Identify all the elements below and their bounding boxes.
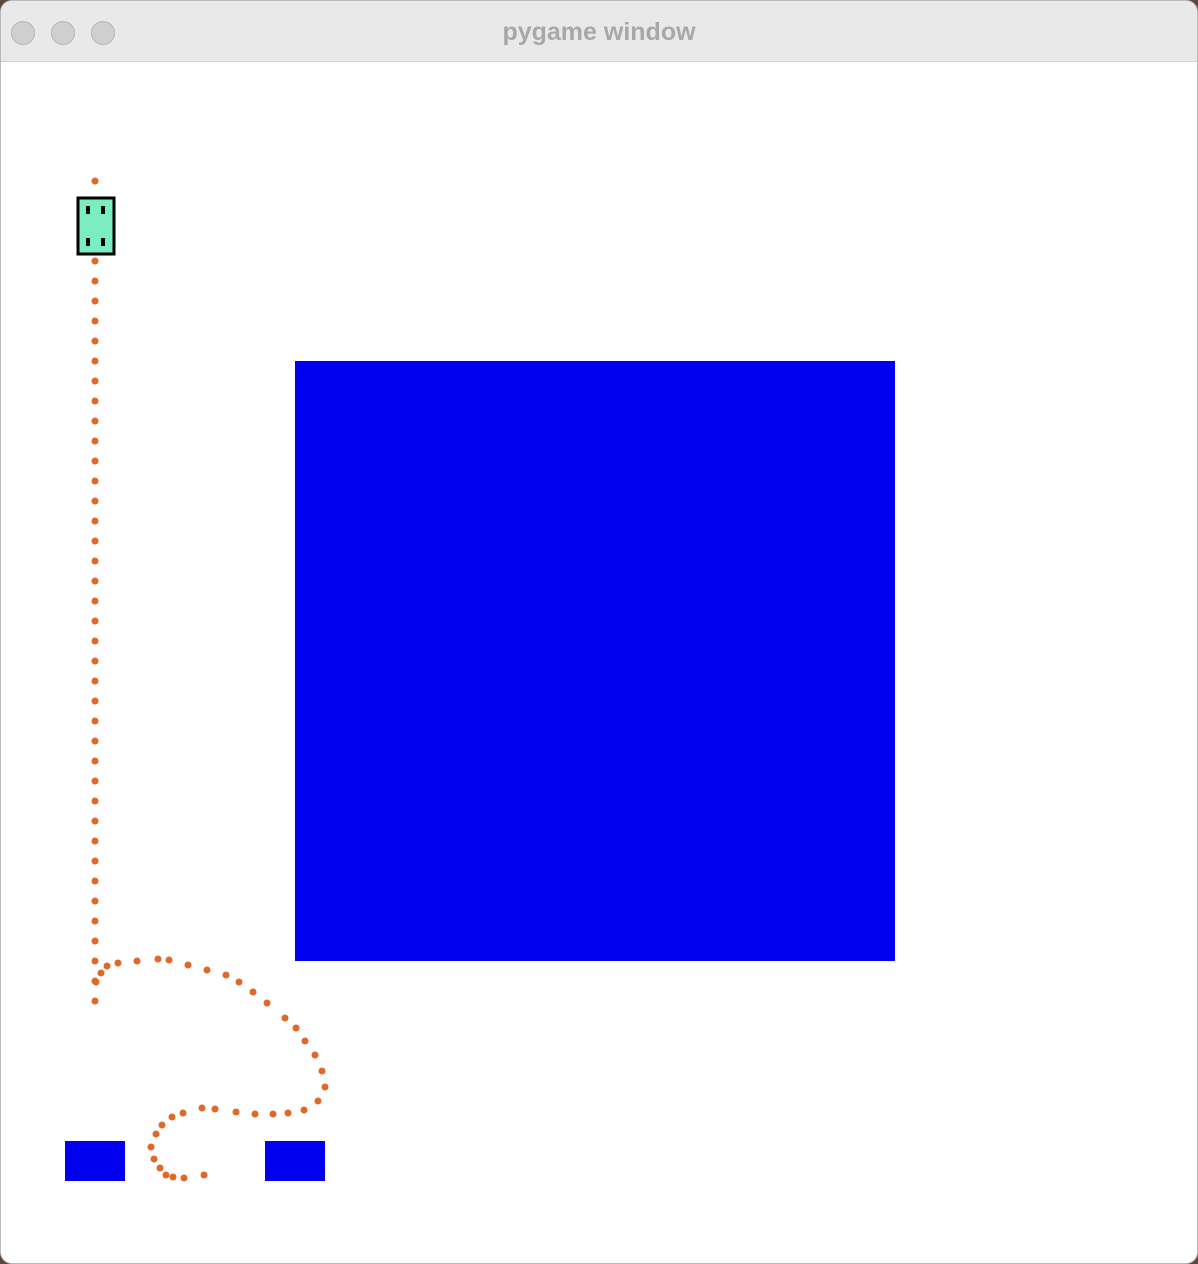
trail-dot (91, 957, 99, 965)
trail-dot (91, 317, 99, 325)
trail-dot (300, 1106, 308, 1114)
trail-dot (91, 697, 99, 705)
trail-dot (251, 1110, 259, 1118)
robot (76, 196, 116, 256)
trail-dot (91, 437, 99, 445)
trail-dot (91, 257, 99, 265)
robot-wheel (101, 238, 105, 246)
large-obstacle (295, 361, 895, 961)
trail-dot (91, 897, 99, 905)
trail-dot (91, 277, 99, 285)
trail-dot (97, 969, 105, 977)
trail-dot (91, 797, 99, 805)
trail-dot (198, 1104, 206, 1112)
trail-dot (91, 537, 99, 545)
trail-dot (156, 1164, 164, 1172)
path-trail (91, 177, 329, 1182)
trail-dot (91, 677, 99, 685)
trail-dot (91, 637, 99, 645)
trail-dot (91, 377, 99, 385)
trail-dot (232, 1108, 240, 1116)
trail-dot (158, 1121, 166, 1129)
trail-dot (91, 777, 99, 785)
trail-dot (91, 877, 99, 885)
trail-dot (91, 657, 99, 665)
trail-dot (281, 1014, 289, 1022)
trail-dot (91, 477, 99, 485)
trail-dot (91, 337, 99, 345)
small-obstacle-right (265, 1141, 325, 1181)
trail-dot (91, 297, 99, 305)
trail-dot (91, 937, 99, 945)
trail-dot (318, 1067, 326, 1075)
trail-dot (133, 957, 141, 965)
trail-dot (301, 1037, 309, 1045)
trail-dot (91, 617, 99, 625)
trail-dot (169, 1173, 177, 1181)
trail-dot (203, 966, 211, 974)
trail-dot (311, 1051, 319, 1059)
window-title: pygame window (502, 18, 696, 46)
trail-dot (200, 1171, 208, 1179)
trail-dot (91, 457, 99, 465)
trail-dot (165, 956, 173, 964)
trail-dot (292, 1024, 300, 1032)
trail-dot (91, 517, 99, 525)
trail-dot (179, 1109, 187, 1117)
trail-dot (321, 1083, 329, 1091)
trail-dot (91, 997, 99, 1005)
trail-dot (147, 1143, 155, 1151)
trail-dot (168, 1113, 176, 1121)
trail-dot (91, 817, 99, 825)
trail-dot (91, 857, 99, 865)
trail-dot (91, 417, 99, 425)
trail-dot (103, 962, 111, 970)
trail-dot (91, 577, 99, 585)
trail-dot (91, 757, 99, 765)
robot-body (76, 196, 116, 256)
trail-dot (91, 397, 99, 405)
trail-dot (91, 557, 99, 565)
game-scene (65, 177, 895, 1182)
trail-dot (91, 357, 99, 365)
trail-dot (91, 737, 99, 745)
obstacles (65, 361, 895, 1181)
trail-dot (235, 978, 243, 986)
trail-dot (269, 1110, 277, 1118)
trail-dot (91, 837, 99, 845)
trail-dot (180, 1174, 188, 1182)
title-bar[interactable]: pygame window (1, 1, 1197, 62)
app-window: pygame window (0, 0, 1198, 1264)
trail-dot (114, 959, 122, 967)
trail-dot (222, 971, 230, 979)
trail-dot (91, 917, 99, 925)
trail-dot (263, 999, 271, 1007)
trail-dot (91, 177, 99, 185)
trail-dot (92, 978, 100, 986)
trail-dot (249, 988, 257, 996)
trail-dot (91, 717, 99, 725)
trail-dot (211, 1105, 219, 1113)
trail-dot (284, 1109, 292, 1117)
small-obstacle-left (65, 1141, 125, 1181)
trail-dot (184, 961, 192, 969)
trail-dot (154, 955, 162, 963)
trail-dot (152, 1130, 160, 1138)
robot-wheel (86, 206, 90, 214)
trail-dot (314, 1097, 322, 1105)
trail-dot (91, 497, 99, 505)
game-canvas[interactable] (1, 62, 1197, 1263)
robot-wheel (101, 206, 105, 214)
trail-dot (162, 1171, 170, 1179)
trail-dot (91, 597, 99, 605)
trail-dot (150, 1155, 158, 1163)
robot-wheel (86, 238, 90, 246)
